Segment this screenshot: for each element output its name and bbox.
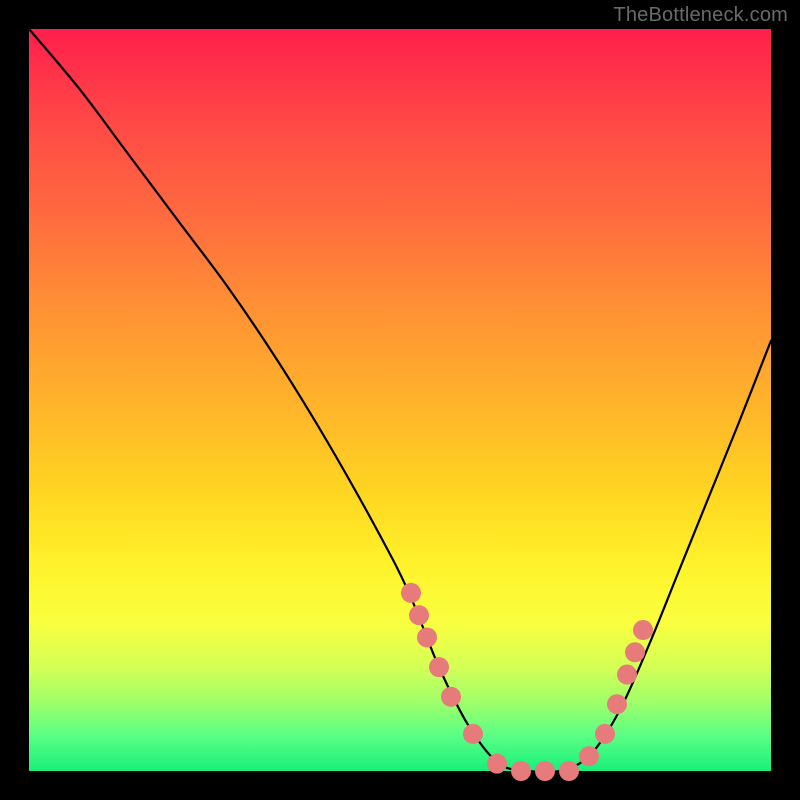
highlight-dot	[607, 694, 627, 714]
highlight-dot	[401, 583, 421, 603]
highlight-dot	[409, 605, 429, 625]
highlight-dot	[579, 746, 599, 766]
highlight-dot	[625, 642, 645, 662]
highlight-dot	[559, 761, 579, 781]
highlight-dot	[595, 724, 615, 744]
bottleneck-curve	[29, 29, 771, 772]
highlight-dot	[535, 761, 555, 781]
highlight-dot	[429, 657, 449, 677]
highlight-dot	[417, 627, 437, 647]
highlight-dots-group	[401, 583, 653, 781]
highlight-dot	[617, 665, 637, 685]
highlight-dot	[463, 724, 483, 744]
chart-frame: TheBottleneck.com	[0, 0, 800, 800]
attribution-text: TheBottleneck.com	[613, 4, 788, 27]
highlight-dot	[633, 620, 653, 640]
highlight-dot	[511, 761, 531, 781]
highlight-dot	[487, 754, 507, 774]
chart-svg	[29, 29, 771, 771]
highlight-dot	[441, 687, 461, 707]
